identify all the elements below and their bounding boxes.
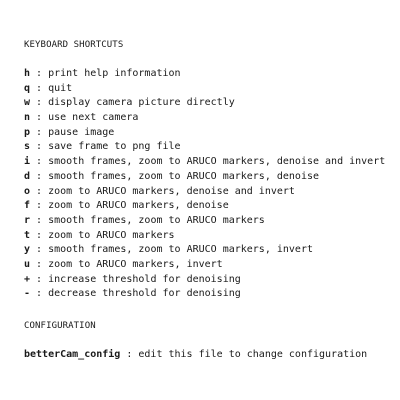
shortcut-row-plus: + : increase threshold for denoising	[24, 273, 394, 288]
separator: :	[120, 349, 139, 360]
separator: :	[30, 112, 49, 124]
shortcut-description: zoom to ARUCO markers, denoise	[48, 200, 229, 212]
separator: :	[30, 141, 49, 153]
separator: :	[30, 97, 49, 109]
shortcut-description: pause image	[48, 126, 115, 138]
shortcut-row-n: n : use next camera	[24, 111, 394, 126]
shortcut-description: quit	[48, 82, 73, 94]
shortcut-row-q: q : quit	[24, 82, 394, 97]
shortcut-description: use next camera	[48, 112, 139, 124]
separator: :	[30, 229, 49, 241]
shortcut-description: smooth frames, zoom to ARUCO markers, de…	[48, 170, 320, 182]
separator: :	[30, 273, 49, 285]
shortcut-row-i: i : smooth frames, zoom to ARUCO markers…	[24, 155, 394, 170]
configuration-heading: CONFIGURATION	[24, 321, 96, 331]
shortcut-list: h : print help information q : quit w : …	[24, 67, 394, 302]
shortcut-row-f: f : zoom to ARUCO markers, denoise	[24, 199, 394, 214]
shortcut-row-h: h : print help information	[24, 67, 394, 82]
shortcut-description: smooth frames, zoom to ARUCO markers, in…	[48, 244, 313, 256]
shortcut-row-d: d : smooth frames, zoom to ARUCO markers…	[24, 170, 394, 185]
separator: :	[30, 68, 49, 79]
shortcut-row-minus: - : decrease threshold for denoising	[24, 287, 394, 302]
shortcut-row-p: p : pause image	[24, 126, 394, 141]
shortcut-description: zoom to ARUCO markers	[48, 229, 175, 241]
shortcut-row-t: t : zoom to ARUCO markers	[24, 229, 394, 244]
shortcut-description: display camera picture directly	[48, 97, 235, 109]
shortcut-row-s: s : save frame to png file	[24, 140, 394, 155]
shortcut-row-y: y : smooth frames, zoom to ARUCO markers…	[24, 243, 394, 258]
config-list: betterCam_config : edit this file to cha…	[24, 348, 394, 363]
shortcut-description: save frame to png file	[48, 141, 181, 153]
shortcut-description: zoom to ARUCO markers, invert	[48, 258, 223, 270]
separator: :	[30, 170, 49, 182]
separator: :	[30, 288, 49, 300]
shortcut-row-w: w : display camera picture directly	[24, 96, 394, 111]
separator: :	[30, 126, 49, 138]
shortcut-description: decrease threshold for denoising	[48, 288, 241, 300]
config-file-name: betterCam_config	[24, 349, 121, 360]
shortcut-description: smooth frames, zoom to ARUCO markers	[48, 214, 265, 226]
config-description: edit this file to change configuration	[138, 349, 368, 360]
shortcut-description: increase threshold for denoising	[48, 273, 241, 285]
separator: :	[30, 214, 49, 226]
separator: :	[30, 156, 49, 168]
separator: :	[30, 185, 49, 197]
help-text: KEYBOARD SHORTCUTS h : print help inform…	[24, 38, 394, 363]
shortcut-description: zoom to ARUCO markers, denoise and inver…	[48, 185, 295, 197]
shortcuts-heading: KEYBOARD SHORTCUTS	[24, 40, 124, 50]
separator: :	[30, 258, 49, 270]
config-row: betterCam_config : edit this file to cha…	[24, 348, 394, 363]
shortcut-description: smooth frames, zoom to ARUCO markers, de…	[48, 156, 386, 168]
separator: :	[30, 82, 49, 94]
shortcut-row-u: u : zoom to ARUCO markers, invert	[24, 258, 394, 273]
separator: :	[30, 200, 49, 212]
shortcut-description: print help information	[48, 68, 181, 79]
shortcut-row-o: o : zoom to ARUCO markers, denoise and i…	[24, 185, 394, 200]
shortcut-row-r: r : smooth frames, zoom to ARUCO markers	[24, 214, 394, 229]
separator: :	[30, 244, 49, 256]
